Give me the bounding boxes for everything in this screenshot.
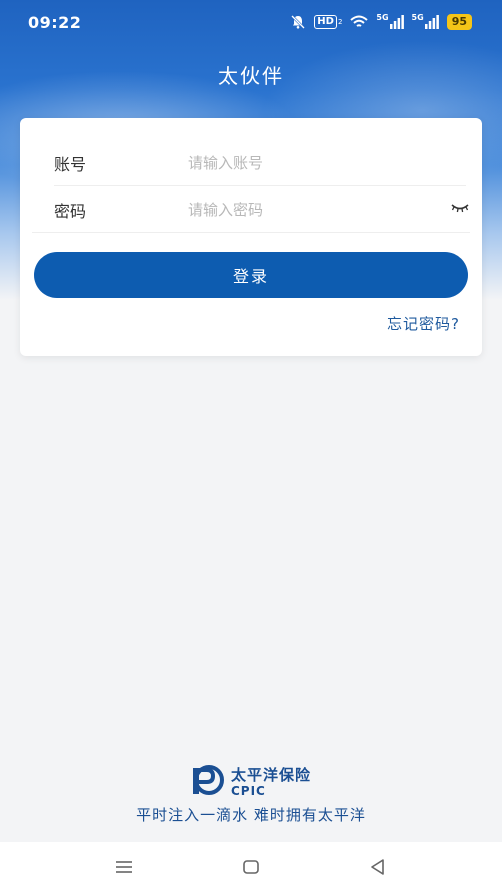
brand-name-en: CPIC [230, 783, 266, 798]
password-row: 密码 [32, 187, 470, 233]
brand-text: 太平洋保险 CPIC [230, 765, 311, 798]
cpic-logo-icon [191, 765, 225, 799]
status-time: 09:22 [28, 12, 82, 32]
page-title: 太伙伴 [218, 64, 284, 88]
eye-closed-icon[interactable] [450, 200, 470, 214]
slogan: 平时注入一滴水 难时拥有太平洋 [136, 806, 366, 824]
status-icons: HD 2 5G 5G 95 [290, 13, 472, 30]
bell-off-icon [290, 14, 306, 30]
forgot-password-link[interactable]: 忘记密码? [387, 313, 460, 334]
signal-icon: 5G [376, 13, 404, 29]
wifi-icon [350, 15, 369, 29]
login-card: 账号 密码 登录 忘记密码? [20, 118, 482, 356]
brand-name-cn: 太平洋保险 [230, 765, 311, 784]
battery-indicator: 95 [446, 14, 472, 30]
account-input[interactable] [188, 153, 418, 172]
login-button[interactable]: 登录 [34, 252, 468, 298]
password-input[interactable] [188, 200, 418, 219]
menu-icon[interactable] [112, 855, 136, 879]
hd-icon: HD 2 [314, 15, 342, 29]
status-bar: 09:22 HD 2 5G 5G 95 [0, 0, 502, 44]
system-nav-bar [0, 842, 502, 892]
account-label: 账号 [54, 154, 87, 174]
signal-icon: 5G [412, 13, 439, 29]
back-icon[interactable] [366, 855, 390, 879]
home-icon[interactable] [239, 855, 263, 879]
password-label: 密码 [54, 201, 87, 221]
brand-logo: 太平洋保险 CPIC [0, 765, 502, 799]
account-row: 账号 [54, 140, 466, 186]
